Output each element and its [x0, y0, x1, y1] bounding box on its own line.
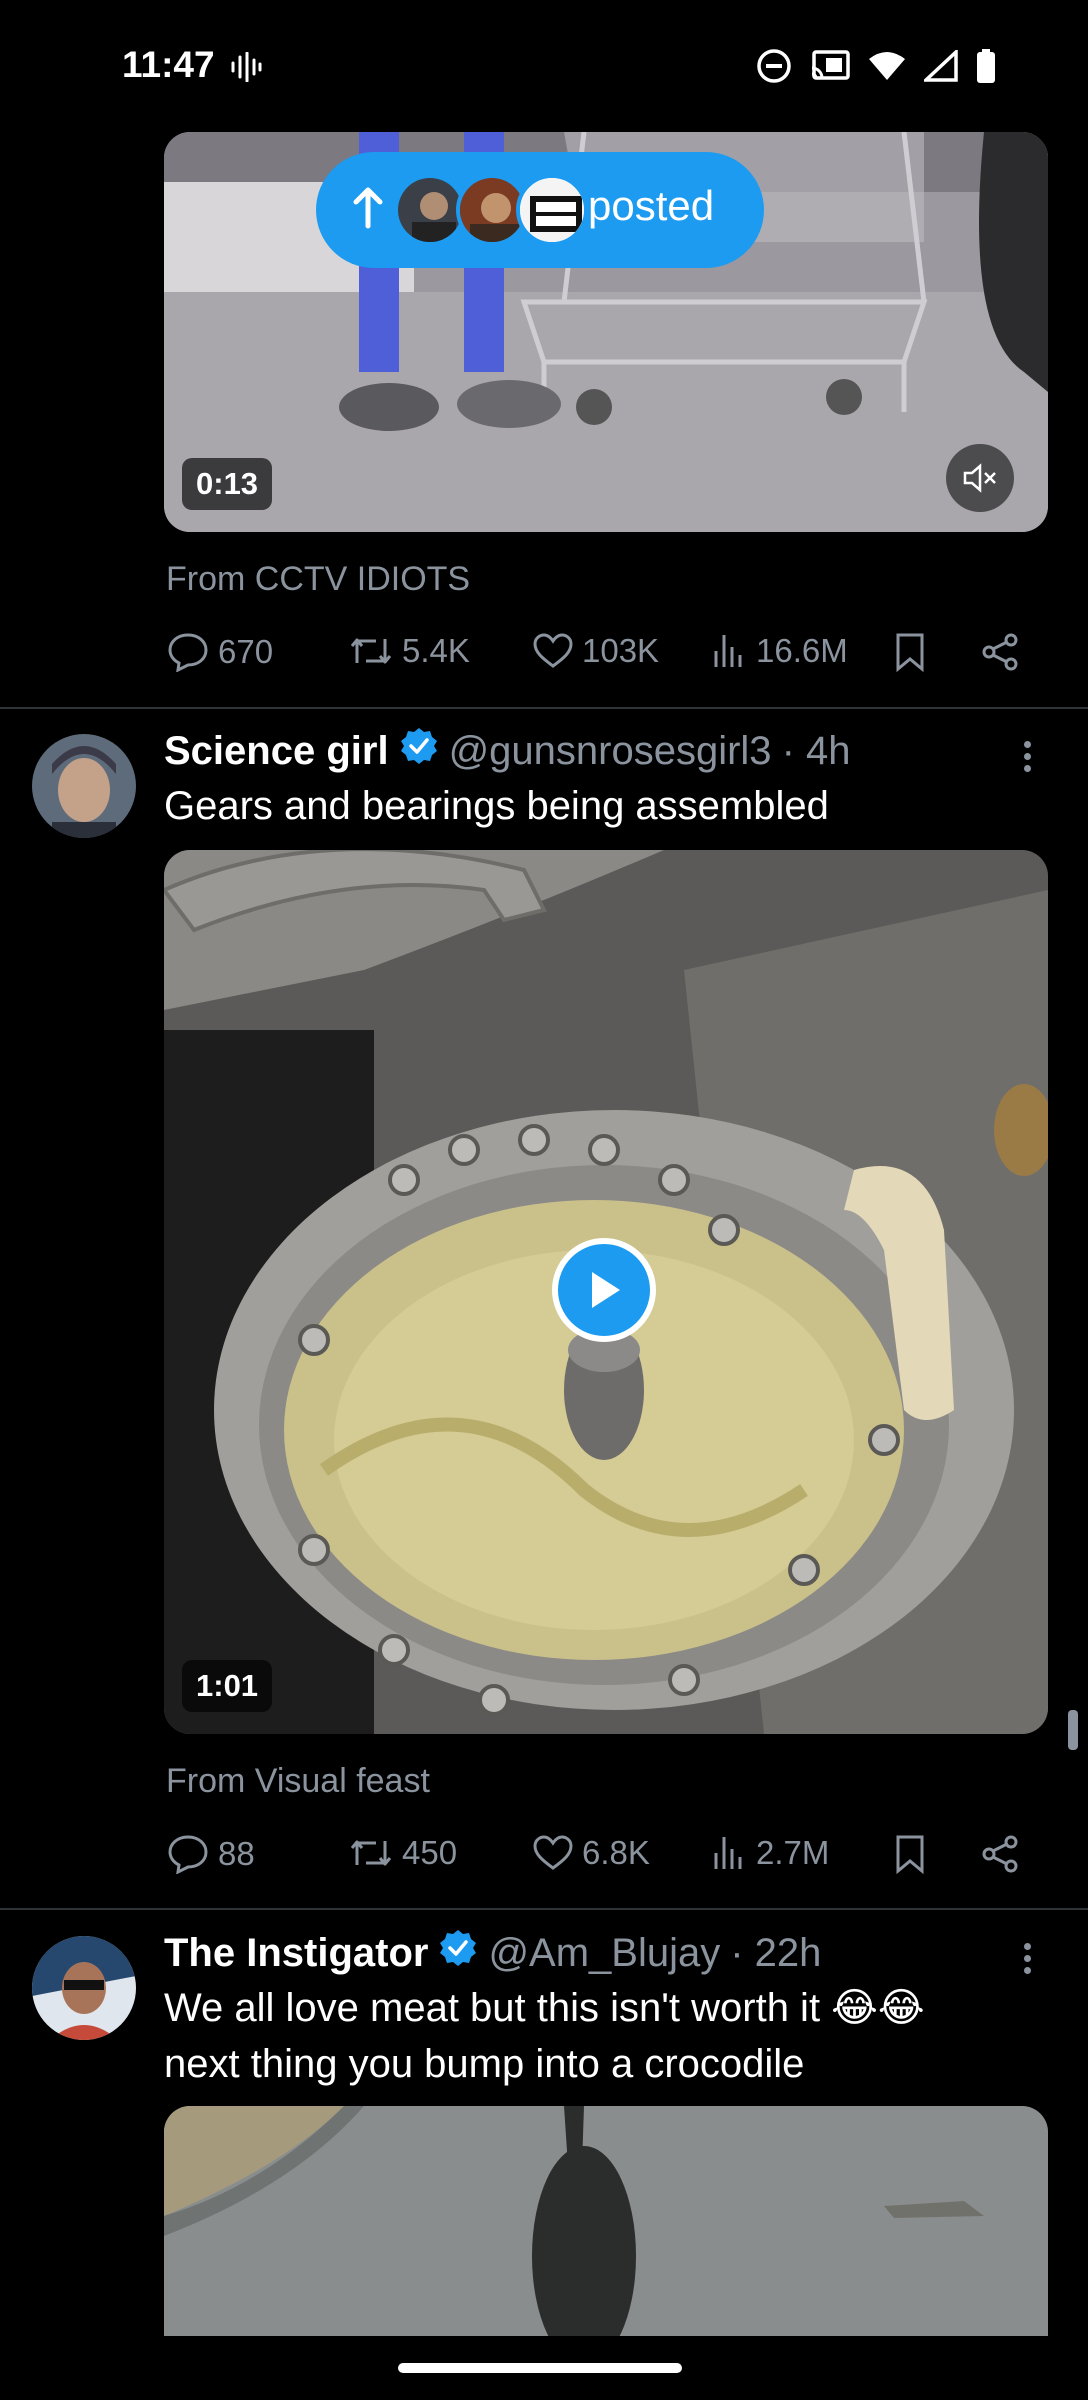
more-options-icon[interactable] — [1020, 1938, 1034, 1979]
analytics-icon — [714, 1837, 742, 1869]
post1-source[interactable]: From CCTV IDIOTS — [166, 560, 470, 599]
share-icon — [982, 1835, 1018, 1873]
reply-count: 670 — [218, 633, 274, 670]
gesture-navigation-bar[interactable] — [398, 2363, 682, 2373]
arrow-up-icon — [350, 186, 386, 235]
like-button[interactable]: 103K — [532, 632, 659, 670]
repost-icon — [350, 638, 392, 664]
do-not-disturb-icon — [756, 48, 792, 89]
post-text: We all love meat but this isn't worth it… — [164, 1980, 1054, 2092]
mute-button[interactable] — [946, 444, 1014, 512]
avatar — [516, 174, 588, 246]
avatar[interactable] — [32, 734, 136, 838]
more-options-icon[interactable] — [1020, 736, 1034, 777]
post-time: · 22h — [730, 1930, 822, 1975]
repost-count: 5.4K — [402, 632, 470, 669]
video-duration: 1:01 — [182, 1660, 273, 1712]
repost-count: 450 — [402, 1834, 458, 1871]
scrollbar[interactable] — [1068, 1710, 1078, 1750]
views-count: 16.6M — [756, 632, 848, 669]
reply-button[interactable]: 88 — [166, 1834, 255, 1874]
verified-badge-icon — [438, 1928, 478, 1978]
like-count: 103K — [582, 632, 660, 669]
verified-badge-icon — [399, 726, 439, 776]
repost-button[interactable]: 5.4K — [348, 632, 470, 670]
divider — [0, 707, 1088, 709]
speaker-muted-icon — [963, 463, 996, 493]
bookmark-button[interactable] — [894, 632, 926, 672]
bookmark-icon — [896, 1835, 924, 1874]
post2-source[interactable]: From Visual feast — [166, 1762, 430, 1801]
soundwave-icon — [230, 51, 262, 87]
post-time: · 4h — [781, 728, 851, 773]
timeline-feed[interactable]: 0:13 posted From CCTV IDIOTS 670 5.4K 10… — [0, 0, 1088, 2400]
video-duration: 0:13 — [182, 458, 273, 510]
cast-icon — [810, 50, 850, 87]
post-text-line: We all love meat but this isn't worth it… — [164, 1986, 925, 2030]
reply-icon — [168, 1835, 208, 1874]
post3-video-thumbnail — [164, 2106, 1048, 2336]
repost-icon — [350, 1840, 392, 1866]
avatar[interactable] — [32, 1936, 136, 2040]
bookmark-icon — [896, 633, 924, 672]
share-icon — [982, 633, 1018, 671]
post-text-line: next thing you bump into a crocodile — [164, 2042, 805, 2086]
views-button[interactable]: 2.7M — [712, 1834, 829, 1872]
status-bar: 11:47 — [0, 0, 1088, 132]
author-name[interactable]: The Instigator — [164, 1931, 428, 1976]
share-button[interactable] — [980, 632, 1020, 672]
repost-button[interactable]: 450 — [348, 1834, 457, 1872]
bookmark-button[interactable] — [894, 1834, 926, 1874]
like-button[interactable]: 6.8K — [532, 1834, 650, 1872]
reply-button[interactable]: 670 — [166, 632, 273, 672]
post3-video[interactable] — [164, 2106, 1048, 2336]
signal-icon — [921, 47, 958, 87]
post2-header: Science girl @gunsnrosesgirl3 · 4h — [164, 726, 851, 776]
post-text: Gears and bearings being assembled — [164, 784, 829, 828]
status-time: 11:47 — [122, 44, 215, 85]
like-count: 6.8K — [582, 1834, 650, 1871]
author-handle[interactable]: @gunsnrosesgirl3 — [449, 729, 772, 774]
reply-icon — [168, 633, 208, 672]
post3-header: The Instigator @Am_Blujay · 22h — [164, 1928, 821, 1978]
divider — [0, 1908, 1088, 1910]
new-posts-label: posted — [588, 182, 715, 229]
heart-icon — [533, 633, 573, 668]
new-posts-pill[interactable]: posted — [316, 152, 764, 268]
heart-icon — [533, 1835, 573, 1870]
author-name[interactable]: Science girl — [164, 729, 389, 774]
reply-count: 88 — [218, 1835, 255, 1872]
battery-icon — [976, 49, 996, 88]
post2-video[interactable]: 1:01 — [164, 850, 1048, 1734]
author-handle[interactable]: @Am_Blujay — [488, 1931, 720, 1976]
views-button[interactable]: 16.6M — [712, 632, 848, 670]
wifi-icon — [868, 51, 906, 86]
views-count: 2.7M — [756, 1834, 830, 1871]
share-button[interactable] — [980, 1834, 1020, 1874]
play-button[interactable] — [552, 1238, 656, 1342]
analytics-icon — [714, 635, 742, 667]
play-icon — [592, 1272, 620, 1308]
